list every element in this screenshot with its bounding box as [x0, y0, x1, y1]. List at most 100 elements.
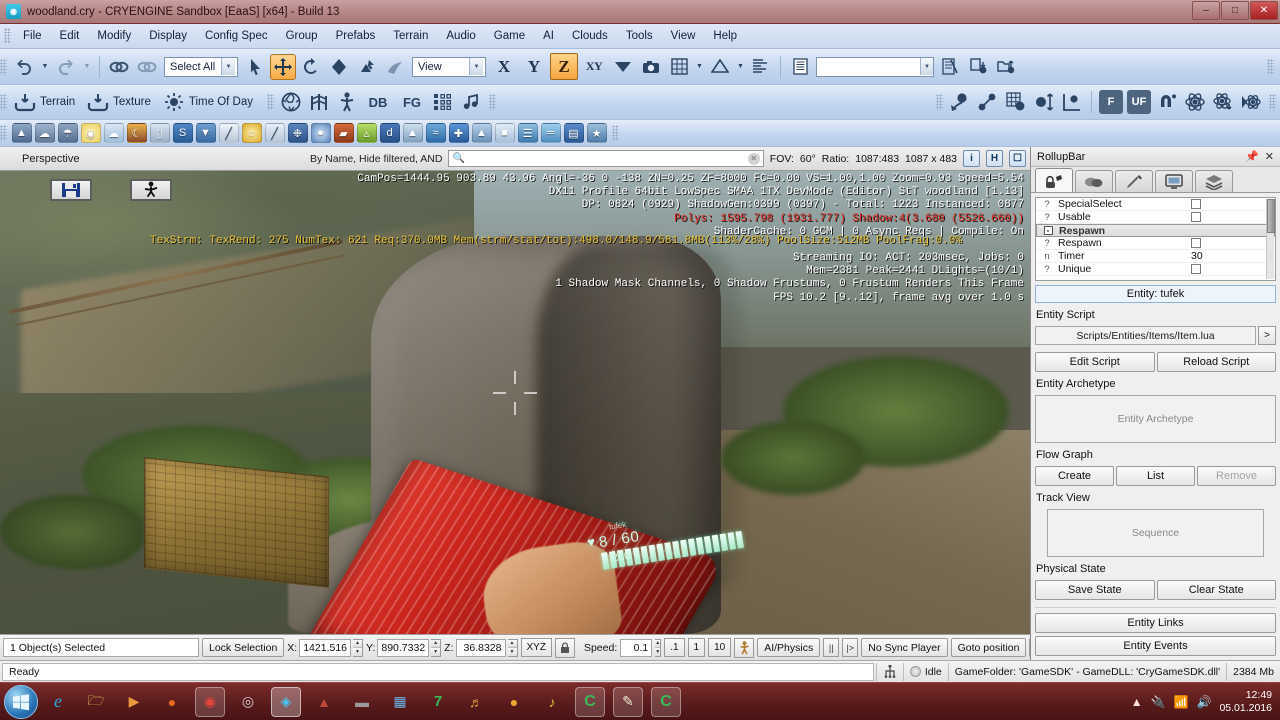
entity-script-browse-button[interactable]: > [1258, 326, 1276, 345]
start-orb-icon[interactable] [4, 684, 38, 719]
snap-to-objects-icon[interactable] [975, 89, 1001, 115]
rollup-tab-display[interactable] [1155, 170, 1193, 192]
firefox-icon[interactable]: ● [157, 687, 187, 717]
sky-icon[interactable]: ☁ [103, 123, 124, 143]
pause-button[interactable]: || [823, 638, 840, 657]
object-toolbar-overflow-icon[interactable] [612, 125, 619, 141]
fullscreen-icon[interactable]: ☐ [1009, 150, 1026, 167]
terrain-button[interactable]: Terrain [10, 90, 83, 114]
cloud-icon[interactable]: ☁ [34, 123, 55, 143]
save-state-button[interactable]: Save State [1035, 580, 1155, 600]
magnet-toggle-icon[interactable] [1154, 89, 1180, 115]
table-row[interactable]: ? Respawn [1036, 237, 1275, 250]
waypoint-icon[interactable]: ✚ [448, 123, 469, 143]
redo-dropdown-icon[interactable]: ▼ [81, 54, 93, 80]
chrome-icon[interactable]: ◉ [195, 686, 225, 717]
menu-group[interactable]: Group [277, 27, 327, 45]
flow-graph-create-button[interactable]: Create [1035, 466, 1114, 486]
editmode-toolbar-grip2-icon[interactable] [266, 94, 274, 110]
fov-value[interactable]: 60° [800, 153, 816, 165]
speed-preset-1[interactable]: 1 [687, 638, 706, 657]
entity-archetype-field[interactable]: Entity Archetype [1035, 395, 1276, 443]
audio-icon[interactable] [458, 89, 484, 115]
game-app-icon[interactable]: ▲ [309, 687, 339, 717]
environment-icon[interactable] [278, 89, 304, 115]
goto-selection-icon[interactable] [610, 54, 636, 80]
rollup-tab-objects[interactable] [1035, 168, 1073, 192]
menu-edit[interactable]: Edit [51, 27, 89, 45]
reload-script-button[interactable]: Reload Script [1156, 352, 1276, 372]
viewport-info-button[interactable]: i [963, 150, 980, 167]
x-coordinate-group[interactable]: X: 1421.516 ▲ ▼ [287, 638, 364, 657]
y-stepper[interactable]: ▲ ▼ [431, 638, 442, 657]
texture-button[interactable]: Texture [83, 90, 159, 114]
media-player-icon[interactable]: ▶ [119, 687, 149, 717]
rollup-tab-modelling[interactable] [1115, 170, 1153, 192]
grid-snap-icon[interactable] [666, 54, 692, 80]
search-input[interactable]: 🔍 ✕ [448, 150, 764, 167]
table-row-group[interactable]: - Respawn [1036, 224, 1275, 237]
vegetation-icon[interactable]: ▵ [356, 123, 377, 143]
viewport-helpers-button[interactable]: H [986, 150, 1003, 167]
selection-mask-combo[interactable]: Select All ▼ [164, 56, 238, 77]
minimize-button[interactable]: – [1192, 1, 1220, 20]
material-name-input[interactable]: ▼ [816, 56, 934, 77]
menu-ai[interactable]: AI [534, 27, 563, 45]
sphere-icon[interactable]: ● [310, 123, 331, 143]
explorer-icon[interactable]: 🗁 [81, 687, 111, 717]
axis-y-button[interactable]: Y [520, 53, 548, 80]
ratio-value[interactable]: 1087:483 [855, 153, 899, 165]
ai-physics-button[interactable]: AI/Physics [757, 638, 821, 657]
pin-icon[interactable]: 📌 [1245, 150, 1259, 163]
unlink-icon[interactable] [134, 54, 160, 80]
goto-position-button[interactable]: Goto position [950, 638, 1027, 657]
table-row[interactable]: n Timer 30 [1036, 250, 1275, 263]
sun-icon[interactable]: ◉ [80, 123, 101, 143]
layer-list-icon[interactable] [748, 54, 774, 80]
lock-selection-button[interactable]: Lock Selection [202, 638, 285, 657]
cone-icon[interactable]: ▼ [195, 123, 216, 143]
y-coordinate-group[interactable]: Y: 890.7332 ▲ ▼ [366, 638, 442, 657]
database-view-button[interactable]: DB [362, 89, 394, 115]
menu-terrain[interactable]: Terrain [384, 27, 437, 45]
chevron-down-icon[interactable]: ▼ [221, 58, 235, 75]
volume-icon[interactable]: 🔊 [1196, 695, 1211, 709]
photo-viewer-icon[interactable]: ◎ [233, 687, 263, 717]
table-row[interactable]: ? SpecialSelect [1036, 198, 1275, 211]
coordinate-system-combo[interactable]: View ▼ [412, 56, 486, 77]
zip7-icon[interactable]: 7 [423, 687, 453, 717]
window-icon[interactable]: ■ [494, 123, 515, 143]
menu-game[interactable]: Game [485, 27, 534, 45]
material-list-icon[interactable] [787, 54, 813, 80]
ocean-icon[interactable]: ☰ [517, 123, 538, 143]
game2-app-icon[interactable]: ▬ [347, 687, 377, 717]
table-row[interactable]: ? Unique [1036, 263, 1275, 276]
rain-icon[interactable]: ☂ [57, 123, 78, 143]
collapse-icon[interactable]: - [1043, 226, 1053, 235]
speed-stepper[interactable]: ▲ ▼ [655, 638, 662, 657]
flowgraph-button[interactable]: FG [396, 89, 428, 115]
internet-explorer-icon[interactable]: e [43, 687, 73, 717]
grid-snap-dropdown-icon[interactable]: ▼ [694, 54, 705, 80]
entity-script-path[interactable]: Scripts/Entities/Items/Item.lua [1035, 326, 1256, 345]
z-value[interactable]: 36.8328 [455, 638, 506, 657]
table-row[interactable]: ? Usable [1036, 211, 1275, 224]
menu-clouds[interactable]: Clouds [563, 27, 617, 45]
show-hidden-icon[interactable]: ▲ [1131, 695, 1143, 709]
brush-icon[interactable]: ╱ [264, 123, 285, 143]
entity-events-button[interactable]: Entity Events [1035, 636, 1276, 656]
maximize-button[interactable]: □ [1221, 1, 1249, 20]
rotate-tool-icon[interactable] [298, 54, 324, 80]
river-icon[interactable]: ═ [540, 123, 561, 143]
headphones-icon[interactable]: ♬ [461, 687, 491, 717]
shield-icon[interactable]: ★ [586, 123, 607, 143]
prop-checkbox[interactable] [1191, 264, 1201, 274]
chevron-down-icon[interactable]: ▼ [469, 58, 483, 75]
person-icon[interactable] [734, 637, 755, 658]
select-arrow-icon[interactable] [242, 54, 268, 80]
chevron-down-icon[interactable]: ▼ [920, 58, 933, 75]
light-icon[interactable]: ☼ [241, 123, 262, 143]
speed-preset-10[interactable]: 10 [708, 638, 732, 657]
physics-simulate-icon[interactable] [1182, 89, 1208, 115]
align-to-object-icon[interactable] [1059, 89, 1085, 115]
